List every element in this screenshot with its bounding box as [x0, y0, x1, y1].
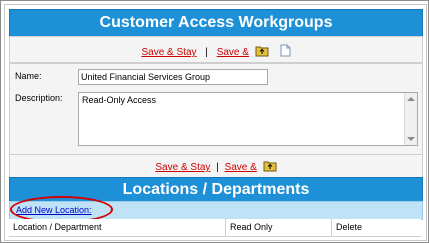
- panel-inner: Customer Access Workgroups Save & Stay |…: [4, 4, 427, 241]
- save-stay-link-bottom[interactable]: Save & Stay: [155, 162, 210, 173]
- name-label: Name:: [15, 71, 42, 81]
- add-new-location-link[interactable]: Add New Location:: [16, 205, 92, 215]
- description-textarea[interactable]: Read-Only Access: [78, 92, 418, 146]
- description-text: Read-Only Access: [82, 95, 157, 105]
- add-location-row: Add New Location:: [9, 196, 423, 223]
- description-label: Description:: [15, 93, 63, 103]
- separator: |: [205, 47, 208, 58]
- bottom-action-bar: Save & Stay | Save &: [9, 154, 423, 179]
- name-input[interactable]: United Financial Services Group: [78, 69, 268, 85]
- column-header-read-only: Read Only: [225, 219, 331, 236]
- folder-up-icon[interactable]: [255, 45, 269, 57]
- column-header-delete: Delete: [331, 219, 421, 236]
- save-stay-link[interactable]: Save & Stay: [141, 47, 196, 58]
- workgroup-panel: Customer Access Workgroups Save & Stay |…: [0, 0, 429, 243]
- locations-section-title: Locations / Departments: [9, 177, 423, 202]
- save-and-link-bottom[interactable]: Save &: [225, 162, 257, 173]
- locations-table-header: Location / Department Read Only Delete: [9, 219, 421, 237]
- separator: |: [216, 162, 219, 173]
- description-scrollbar[interactable]: [404, 93, 417, 145]
- save-and-link[interactable]: Save &: [217, 47, 249, 58]
- workgroup-form: Name: United Financial Services Group De…: [9, 63, 423, 157]
- top-action-bar: Save & Stay | Save &: [9, 36, 423, 63]
- page-title: Customer Access Workgroups: [9, 9, 423, 37]
- column-header-location: Location / Department: [13, 222, 102, 232]
- folder-up-icon[interactable]: [263, 160, 277, 172]
- new-document-icon[interactable]: [280, 44, 291, 57]
- scroll-down-icon[interactable]: [407, 137, 415, 141]
- scroll-up-icon[interactable]: [407, 97, 415, 101]
